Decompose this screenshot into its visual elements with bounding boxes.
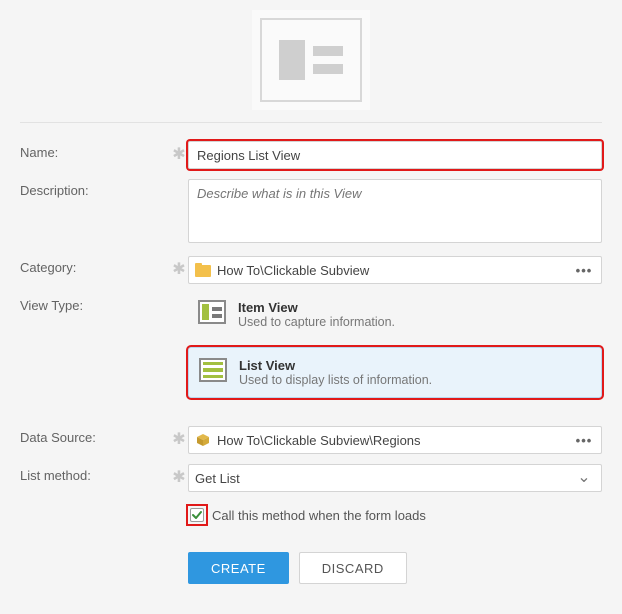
required-star-icon: ✱ (170, 464, 188, 490)
check-icon (192, 510, 202, 520)
row-list-method: List method: ✱ Get List ⌄ (20, 464, 602, 492)
divider (20, 122, 602, 123)
list-view-title: List View (239, 358, 432, 373)
item-view-icon (198, 300, 226, 324)
label-view-type: View Type: (20, 294, 170, 313)
data-source-picker[interactable]: How To\Clickable Subview\Regions ••• (188, 426, 602, 454)
view-type-options: Item View Used to capture information. L… (188, 294, 602, 398)
category-picker[interactable]: How To\Clickable Subview ••• (188, 256, 602, 284)
view-type-option-list[interactable]: List View Used to display lists of infor… (188, 347, 602, 398)
row-view-type: View Type: Item View Used to capture inf… (20, 294, 602, 398)
row-category: Category: ✱ How To\Clickable Subview ••• (20, 256, 602, 284)
label-data-source: Data Source: (20, 426, 170, 445)
cube-icon (195, 433, 211, 447)
row-description: Description: (20, 179, 602, 246)
list-method-select[interactable]: Get List ⌄ (188, 464, 602, 492)
name-input[interactable] (188, 141, 602, 169)
call-on-load-label: Call this method when the form loads (212, 508, 426, 523)
category-value: How To\Clickable Subview (217, 263, 567, 278)
list-view-icon (199, 358, 227, 382)
view-general-form: Name: ✱ Description: Category: ✱ How To\… (0, 0, 622, 614)
row-buttons: CREATE DISCARD (20, 534, 602, 584)
thumbnail-inner (260, 18, 362, 102)
row-data-source: Data Source: ✱ How To\Clickable Subview\… (20, 426, 602, 454)
required-star-icon: ✱ (170, 256, 188, 282)
call-on-load-checkbox[interactable] (190, 508, 204, 522)
thumbnail-frame (252, 10, 370, 110)
create-button[interactable]: CREATE (188, 552, 289, 584)
thumbnail-lines (313, 46, 343, 74)
label-name: Name: (20, 141, 170, 160)
folder-icon (195, 263, 211, 277)
chevron-down-icon[interactable]: ⌄ (573, 470, 595, 486)
list-view-desc: Used to display lists of information. (239, 373, 432, 387)
list-method-value: Get List (195, 471, 567, 486)
call-on-load-highlight (188, 506, 206, 524)
ellipsis-icon[interactable]: ••• (573, 433, 595, 448)
label-list-method: List method: (20, 464, 170, 483)
view-type-option-item[interactable]: Item View Used to capture information. (188, 294, 602, 335)
label-description: Description: (20, 179, 170, 198)
label-category: Category: (20, 256, 170, 275)
item-view-title: Item View (238, 300, 395, 315)
item-view-desc: Used to capture information. (238, 315, 395, 329)
view-thumbnail (20, 0, 602, 122)
required-star-icon: ✱ (170, 426, 188, 452)
row-call-on-load: Call this method when the form loads (20, 502, 602, 524)
required-star-icon: ✱ (170, 141, 188, 167)
thumbnail-block (279, 40, 305, 80)
discard-button[interactable]: DISCARD (299, 552, 407, 584)
description-textarea[interactable] (188, 179, 602, 243)
data-source-value: How To\Clickable Subview\Regions (217, 433, 567, 448)
row-name: Name: ✱ (20, 141, 602, 169)
ellipsis-icon[interactable]: ••• (573, 263, 595, 278)
